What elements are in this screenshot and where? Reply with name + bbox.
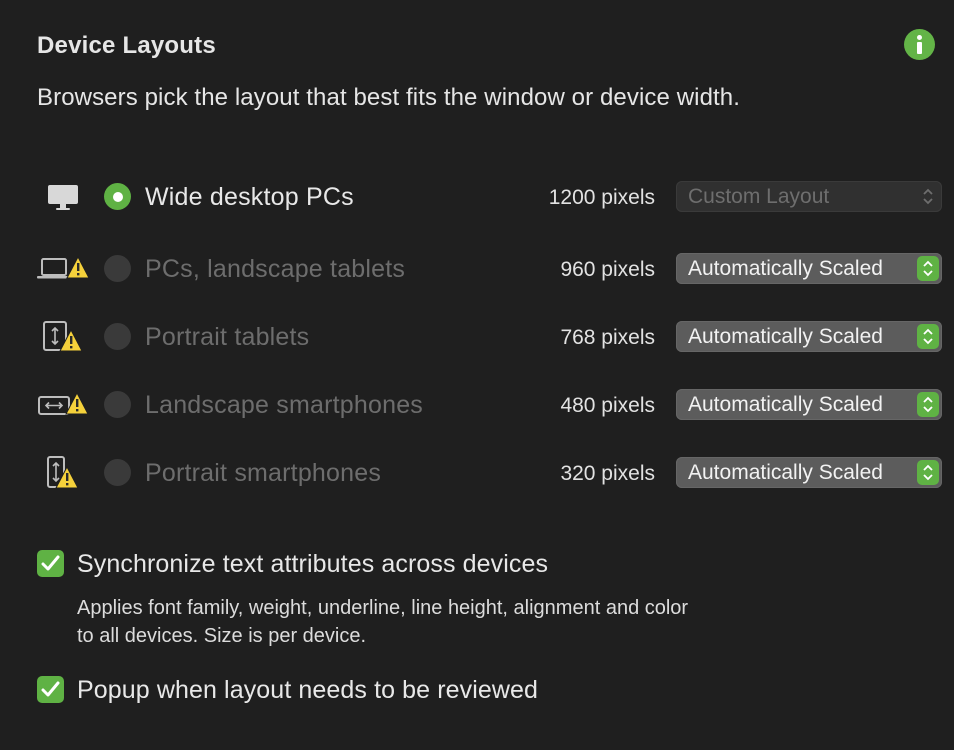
checkmark-icon — [41, 681, 60, 697]
portrait-phone-warning-icon — [47, 456, 79, 489]
layout-popup-text: Automatically Scaled — [688, 257, 883, 280]
radio-desktop[interactable] — [104, 183, 131, 210]
sync-text-description: Applies font family, weight, underline, … — [77, 594, 877, 650]
sync-desc-line-1: Applies font family, weight, underline, … — [77, 597, 689, 619]
radio-portrait-phone[interactable] — [104, 459, 131, 486]
device-label-portrait-tablet: Portrait tablets — [145, 323, 310, 351]
popup-stepper — [917, 460, 939, 485]
device-pixels-portrait-tablet: 768 pixels — [560, 326, 655, 349]
popup-review-label[interactable]: Popup when layout needs to be reviewed — [77, 676, 538, 705]
device-layouts-panel: Device Layouts Browsers pick the layout … — [0, 0, 954, 750]
landscape-phone-warning-icon — [38, 391, 89, 415]
chevron-updown-icon — [923, 328, 933, 345]
checkmark-icon — [41, 555, 60, 571]
radio-landscape-phone[interactable] — [104, 391, 131, 418]
device-pixels-laptop: 960 pixels — [560, 258, 655, 281]
sync-text-label[interactable]: Synchronize text attributes across devic… — [77, 550, 548, 579]
device-pixels-portrait-phone: 320 pixels — [560, 462, 655, 485]
panel-title: Device Layouts — [37, 32, 216, 59]
device-row-portrait-phone: Portrait smartphones 320 pixels Automati… — [0, 453, 954, 493]
info-icon[interactable] — [904, 29, 935, 60]
info-icon-bar — [917, 42, 922, 54]
layout-popup-portrait-phone[interactable]: Automatically Scaled — [676, 457, 942, 488]
layout-popup-landscape-phone[interactable]: Automatically Scaled — [676, 389, 942, 420]
device-label-laptop: PCs, landscape tablets — [145, 255, 406, 283]
info-icon-dot — [917, 35, 922, 40]
panel-subtitle: Browsers pick the layout that best fits … — [37, 84, 741, 111]
layout-popup-text: Automatically Scaled — [688, 325, 883, 348]
radio-portrait-tablet[interactable] — [104, 323, 131, 350]
layout-popup-text: Automatically Scaled — [688, 461, 883, 484]
chevron-updown-icon — [923, 260, 933, 277]
layout-popup-portrait-tablet[interactable]: Automatically Scaled — [676, 321, 942, 352]
popup-stepper — [917, 256, 939, 281]
device-row-laptop: PCs, landscape tablets 960 pixels Automa… — [0, 249, 954, 289]
device-label-desktop: Wide desktop PCs — [145, 183, 354, 211]
portrait-tablet-warning-icon — [43, 321, 83, 352]
radio-laptop[interactable] — [104, 255, 131, 282]
device-row-desktop: Wide desktop PCs 1200 pixels Custom Layo… — [0, 177, 954, 217]
desktop-icon — [48, 185, 78, 210]
popup-stepper — [917, 392, 939, 417]
device-label-portrait-phone: Portrait smartphones — [145, 459, 382, 487]
device-label-landscape-phone: Landscape smartphones — [145, 391, 423, 419]
chevron-updown-icon — [923, 396, 933, 413]
popup-stepper — [917, 324, 939, 349]
device-pixels-landscape-phone: 480 pixels — [560, 394, 655, 417]
device-row-portrait-tablet: Portrait tablets 768 pixels Automaticall… — [0, 317, 954, 357]
popup-stepper — [917, 184, 939, 209]
laptop-warning-icon — [37, 255, 90, 279]
layout-popup-desktop[interactable]: Custom Layout — [676, 181, 942, 212]
popup-review-checkbox[interactable] — [37, 676, 64, 703]
layout-popup-text: Automatically Scaled — [688, 393, 883, 416]
device-pixels-desktop: 1200 pixels — [548, 186, 655, 209]
chevron-updown-icon — [923, 464, 933, 481]
sync-desc-line-2: to all devices. Size is per device. — [77, 625, 367, 647]
chevron-updown-icon — [923, 188, 933, 205]
device-row-landscape-phone: Landscape smartphones 480 pixels Automat… — [0, 385, 954, 425]
layout-popup-laptop[interactable]: Automatically Scaled — [676, 253, 942, 284]
layout-popup-text: Custom Layout — [688, 185, 830, 208]
sync-text-checkbox[interactable] — [37, 550, 64, 577]
